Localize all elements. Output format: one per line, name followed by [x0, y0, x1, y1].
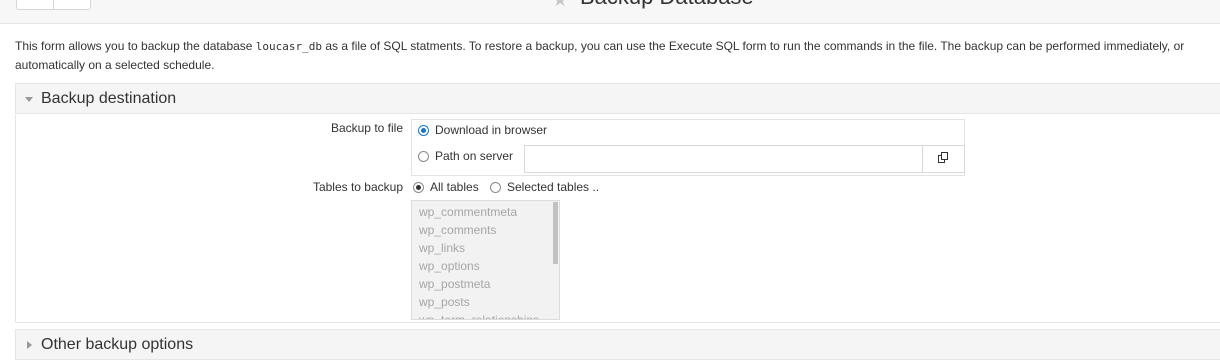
listbox-scroll-thumb[interactable] — [553, 202, 558, 264]
section-title: Other backup options — [41, 336, 194, 353]
caret-right-icon — [27, 341, 32, 349]
list-item[interactable]: wp_options — [419, 259, 480, 273]
nav-button-right[interactable] — [53, 0, 91, 10]
list-item[interactable]: wp_commentmeta — [419, 205, 517, 219]
radio-label-all-tables: All tables — [430, 180, 479, 194]
section-header-backup-destination[interactable]: Backup destination — [15, 83, 1220, 114]
radio-label-path: Path on server — [435, 149, 514, 163]
list-item[interactable]: wp_comments — [419, 223, 496, 237]
list-item[interactable]: wp_posts — [419, 295, 470, 309]
description-suffix: as a file of SQL statments. To restore a… — [322, 39, 1185, 53]
form-description: This form allows you to backup the datab… — [15, 37, 1220, 74]
radio-all-tables[interactable] — [413, 182, 424, 193]
file-chooser-icon — [938, 152, 948, 163]
description-prefix: This form allows you to backup the datab… — [15, 39, 256, 53]
list-item[interactable]: wp_links — [419, 241, 465, 255]
radio-selected-tables[interactable] — [490, 182, 501, 193]
star-icon[interactable]: ★ — [552, 0, 568, 9]
tables-listbox[interactable]: wp_commentmeta wp_comments wp_links wp_o… — [411, 200, 560, 320]
list-item[interactable]: wp_postmeta — [419, 277, 490, 291]
listbox-scrollbar[interactable] — [551, 201, 559, 319]
section-title: Backup destination — [41, 90, 177, 107]
backup-to-file-label: Backup to file — [330, 121, 403, 135]
tables-to-backup-label: Tables to backup — [312, 180, 403, 194]
radio-label-selected-tables: Selected tables .. — [507, 180, 600, 194]
database-name: loucasr_db — [255, 40, 323, 53]
top-bar: ★ Backup Database — [0, 0, 1220, 24]
radio-path-on-server[interactable] — [418, 151, 429, 162]
nav-button-left[interactable] — [16, 0, 54, 10]
caret-down-icon — [25, 97, 33, 102]
radio-download-in-browser[interactable] — [418, 125, 429, 136]
list-item[interactable]: wp_term_relationships — [419, 313, 539, 319]
file-chooser-button[interactable] — [922, 146, 964, 172]
server-path-input[interactable] — [524, 145, 965, 173]
section-header-other-backup-options[interactable]: Other backup options — [15, 329, 1220, 360]
radio-label-download: Download in browser — [435, 123, 548, 137]
description-line-2: automatically on a selected schedule. — [15, 58, 215, 72]
page-title: Backup Database — [580, 0, 754, 8]
